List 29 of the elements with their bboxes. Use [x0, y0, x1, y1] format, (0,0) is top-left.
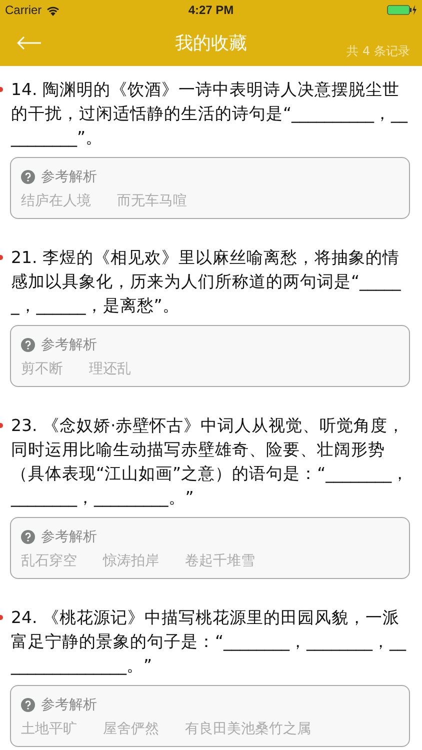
- record-count: 共 4 条记录: [346, 43, 410, 60]
- status-time: 4:27 PM: [187, 3, 235, 17]
- answer-text: 屋舍俨然: [103, 720, 159, 738]
- carrier-label: Carrier: [5, 3, 42, 17]
- answer-text: 乱石穿空: [21, 552, 77, 570]
- answer-text: 卷起千堆雪: [185, 552, 255, 570]
- answer-text: 理还乱: [89, 360, 131, 378]
- answer-text: 剪不断: [21, 360, 63, 378]
- question-mark-icon: [21, 698, 35, 712]
- answer-text: 土地平旷: [21, 720, 77, 738]
- question-text: 21. 李煜的《相见欢》里以麻丝喻离愁，将抽象的情感加以具象化，历来为人们所称道的两句词是“______，______，是离愁”。: [11, 247, 402, 317]
- answer-text: 惊涛拍岸: [103, 552, 159, 570]
- answer-text: 有良田美池桑竹之属: [185, 720, 311, 738]
- answer-text: 结庐在人境: [21, 192, 91, 210]
- wifi-icon: [46, 4, 60, 16]
- question-text: 24. 《桃花源记》中描写桃花源里的田园风貌，一派富足宁静的景象的句子是：“________，________，________________。”: [11, 607, 408, 677]
- question-mark-icon: [21, 170, 35, 184]
- analysis-label: 参考解析: [41, 168, 97, 186]
- back-arrow-icon: [16, 36, 42, 50]
- battery-icon: [387, 4, 417, 16]
- question-mark-icon: [21, 338, 35, 352]
- page-title: 我的收藏: [174, 32, 248, 55]
- analysis-label: 参考解析: [41, 528, 97, 546]
- question-text: 14. 陶渊明的《饮酒》一诗中表明诗人决意摆脱尘世的干扰，过闲适恬静的生活的诗句是“__________，__________”。: [11, 79, 409, 149]
- question-text: 23. 《念奴娇·赤壁怀古》中词人从视觉、听觉角度，同时运用比喻生动描写赤壁雄奇、险要、壮阔形势（具体表现“江山如画”之意）的语句是：“________，________，_________。”: [11, 415, 410, 509]
- answer-text: 而无车马喧: [117, 192, 187, 210]
- question-mark-icon: [21, 530, 35, 544]
- analysis-label: 参考解析: [41, 696, 97, 714]
- analysis-label: 参考解析: [41, 336, 97, 354]
